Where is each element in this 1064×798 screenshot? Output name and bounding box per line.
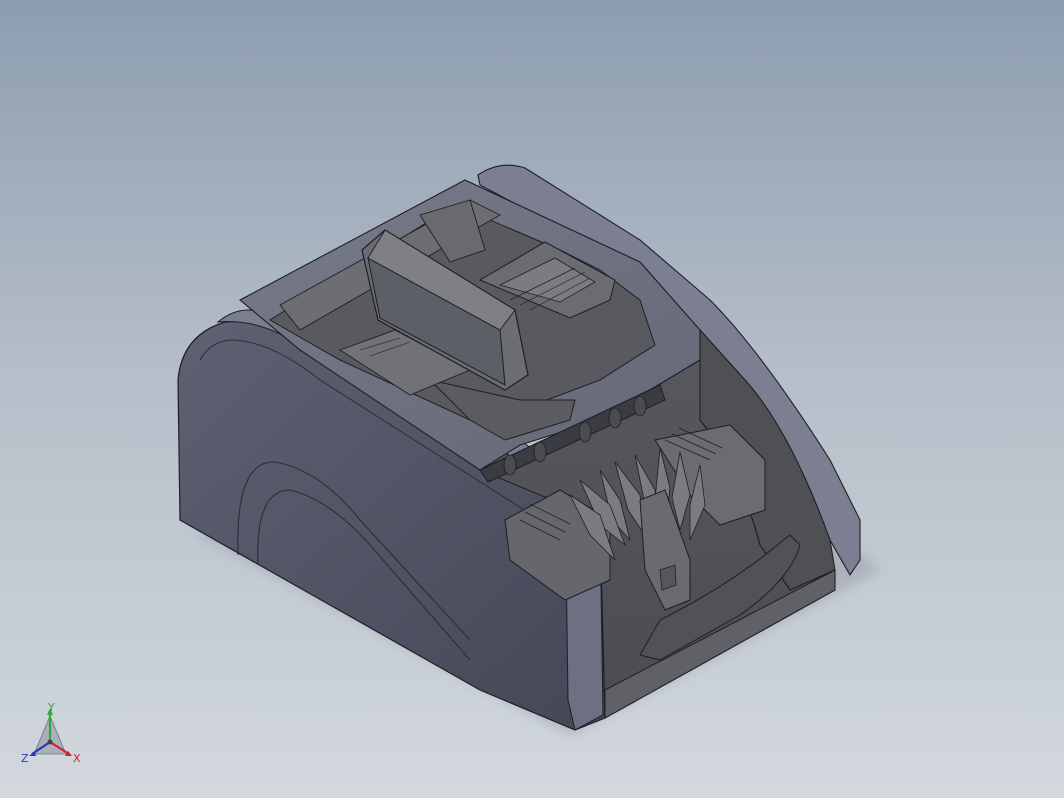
banknote-counter-model[interactable] [0, 0, 1064, 798]
x-axis-label: X [73, 752, 81, 765]
y-axis-label: Y [47, 702, 55, 714]
z-axis-label: Z [21, 752, 29, 765]
graphics-viewport[interactable]: Y X Z [0, 0, 1064, 798]
coordinate-triad: Y X Z [21, 702, 81, 765]
